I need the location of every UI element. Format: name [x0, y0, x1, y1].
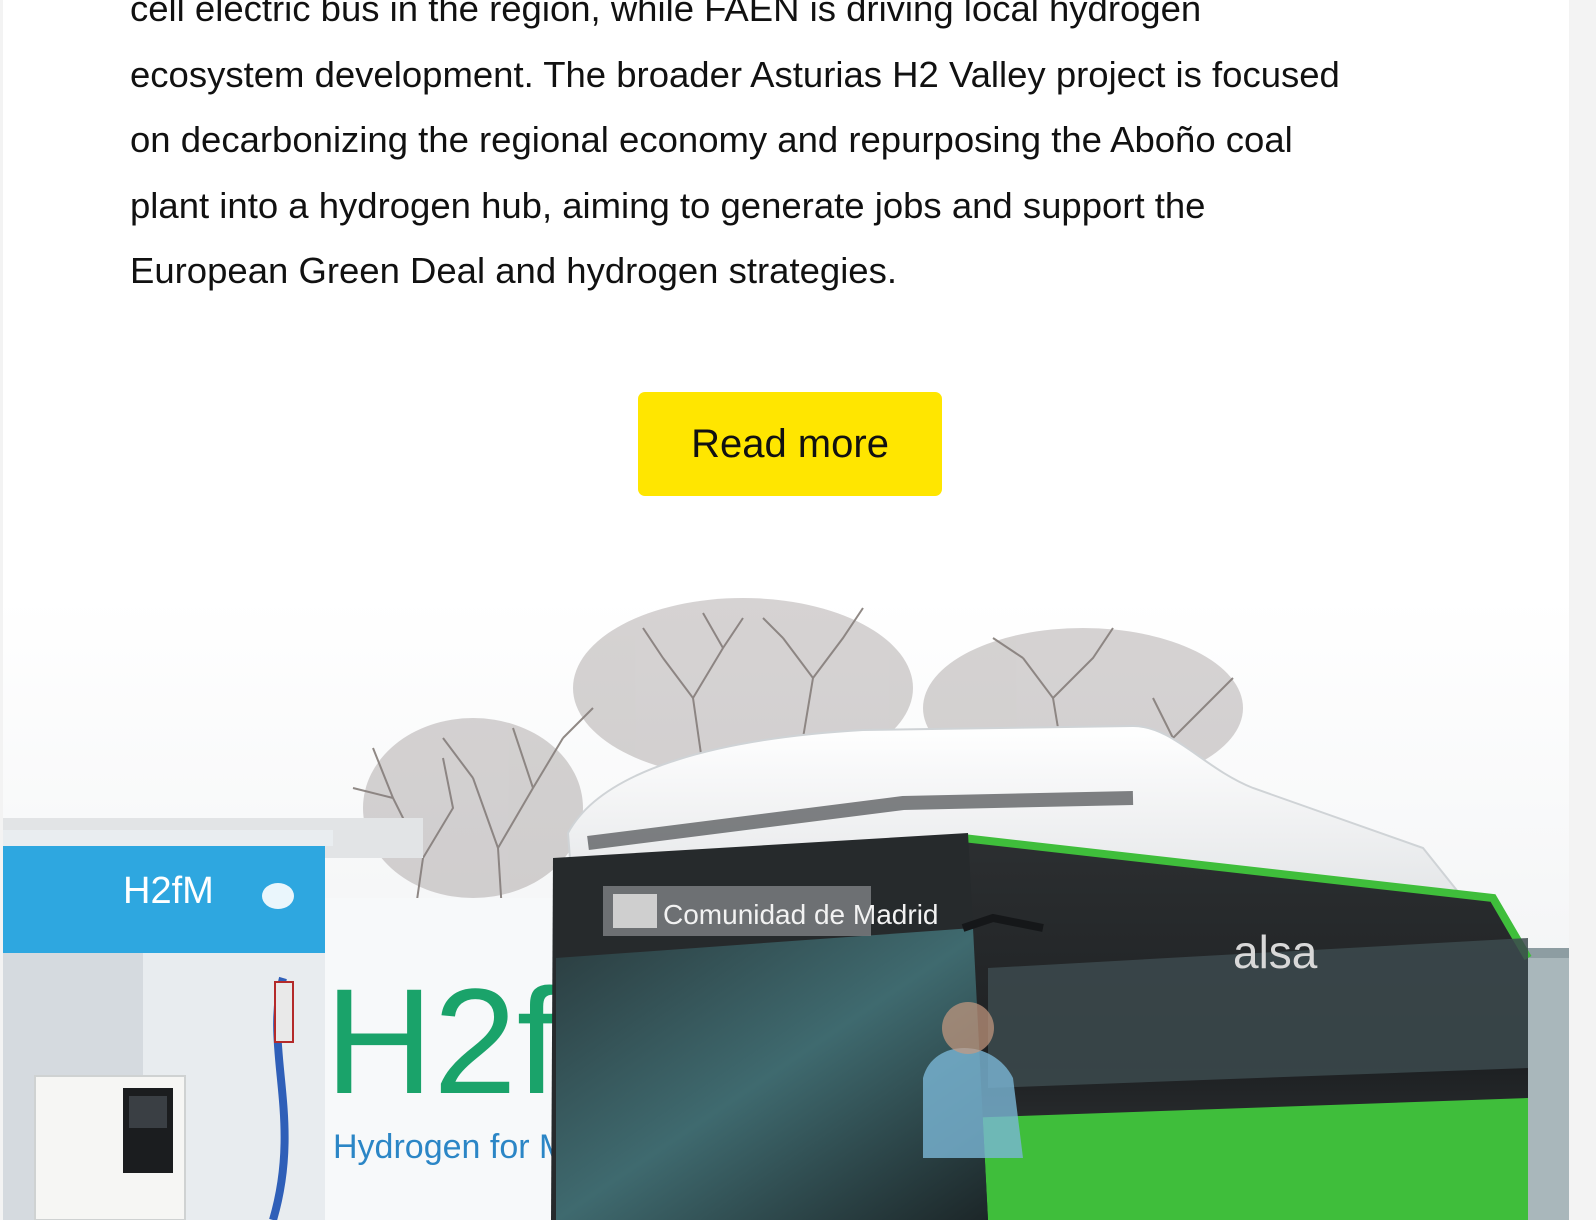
article-line: plant into a hydrogen hub, aiming to gen… — [130, 184, 1206, 226]
operator-logo: alsa — [1233, 926, 1318, 978]
article-body: cell electric bus in the region, while F… — [130, 0, 1460, 304]
article-line: ecosystem development. The broader Astur… — [130, 53, 1340, 95]
hydrogen-bus-photo: H2fM H2fM Hydrogen for Mob alsa Comunida… — [3, 598, 1569, 1220]
station-brand-small: H2fM — [123, 870, 214, 912]
article-line: cell electric bus in the region, while F… — [130, 0, 1202, 29]
read-more-button[interactable]: Read more — [638, 392, 942, 496]
article-page: cell electric bus in the region, while F… — [3, 0, 1569, 1220]
hydrogen-station: H2fM — [3, 830, 333, 1220]
article-line: on decarbonizing the regional economy an… — [130, 119, 1293, 160]
destination-sign: Comunidad de Madrid — [663, 899, 939, 930]
article-line: European Green Deal and hydrogen strateg… — [130, 250, 897, 291]
